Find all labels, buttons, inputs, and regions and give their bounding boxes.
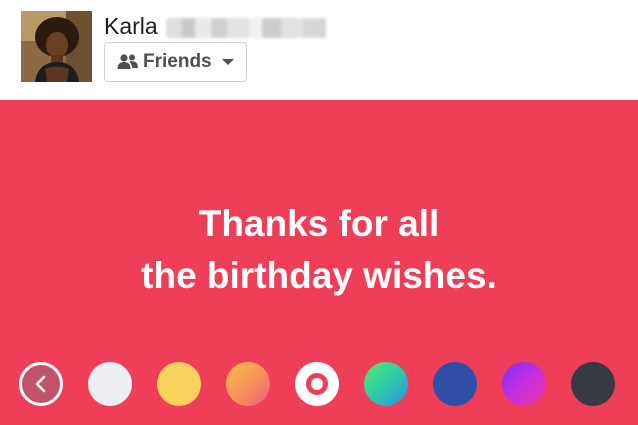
- swatch-orange-pink-gradient[interactable]: [226, 362, 270, 406]
- swatch-light-gray[interactable]: [88, 362, 132, 406]
- selected-indicator: [306, 373, 328, 395]
- swatch-yellow[interactable]: [157, 362, 201, 406]
- post-text-line-2: the birthday wishes.: [141, 255, 497, 296]
- user-name[interactable]: Karla: [104, 12, 326, 40]
- swatch-charcoal[interactable]: [571, 362, 615, 406]
- caret-down-icon: [221, 59, 234, 65]
- swatch-purple-pink-gradient[interactable]: [502, 362, 546, 406]
- post-text-line-1: Thanks for all: [198, 203, 440, 244]
- user-first-name: Karla: [104, 13, 158, 39]
- status-composer: Karla Friends Thanks for all the birthda…: [0, 0, 638, 425]
- audience-selector-button[interactable]: Friends: [104, 42, 247, 82]
- friends-icon: [117, 53, 139, 71]
- collapse-picker-button[interactable]: [19, 362, 63, 406]
- blurred-last-name: [165, 17, 326, 38]
- avatar[interactable]: [21, 11, 92, 82]
- post-text[interactable]: Thanks for all the birthday wishes.: [0, 198, 638, 302]
- swatch-dark-blue[interactable]: [433, 362, 477, 406]
- colored-post-canvas[interactable]: Thanks for all the birthday wishes.: [0, 100, 638, 425]
- audience-label: Friends: [143, 51, 212, 72]
- chevron-left-icon: [35, 375, 46, 393]
- swatch-red-selected[interactable]: [295, 362, 339, 406]
- swatch-green-blue-gradient[interactable]: [364, 362, 408, 406]
- composer-header: Karla Friends: [0, 0, 638, 100]
- profile-photo-icon: [21, 11, 92, 82]
- background-picker: [0, 362, 638, 408]
